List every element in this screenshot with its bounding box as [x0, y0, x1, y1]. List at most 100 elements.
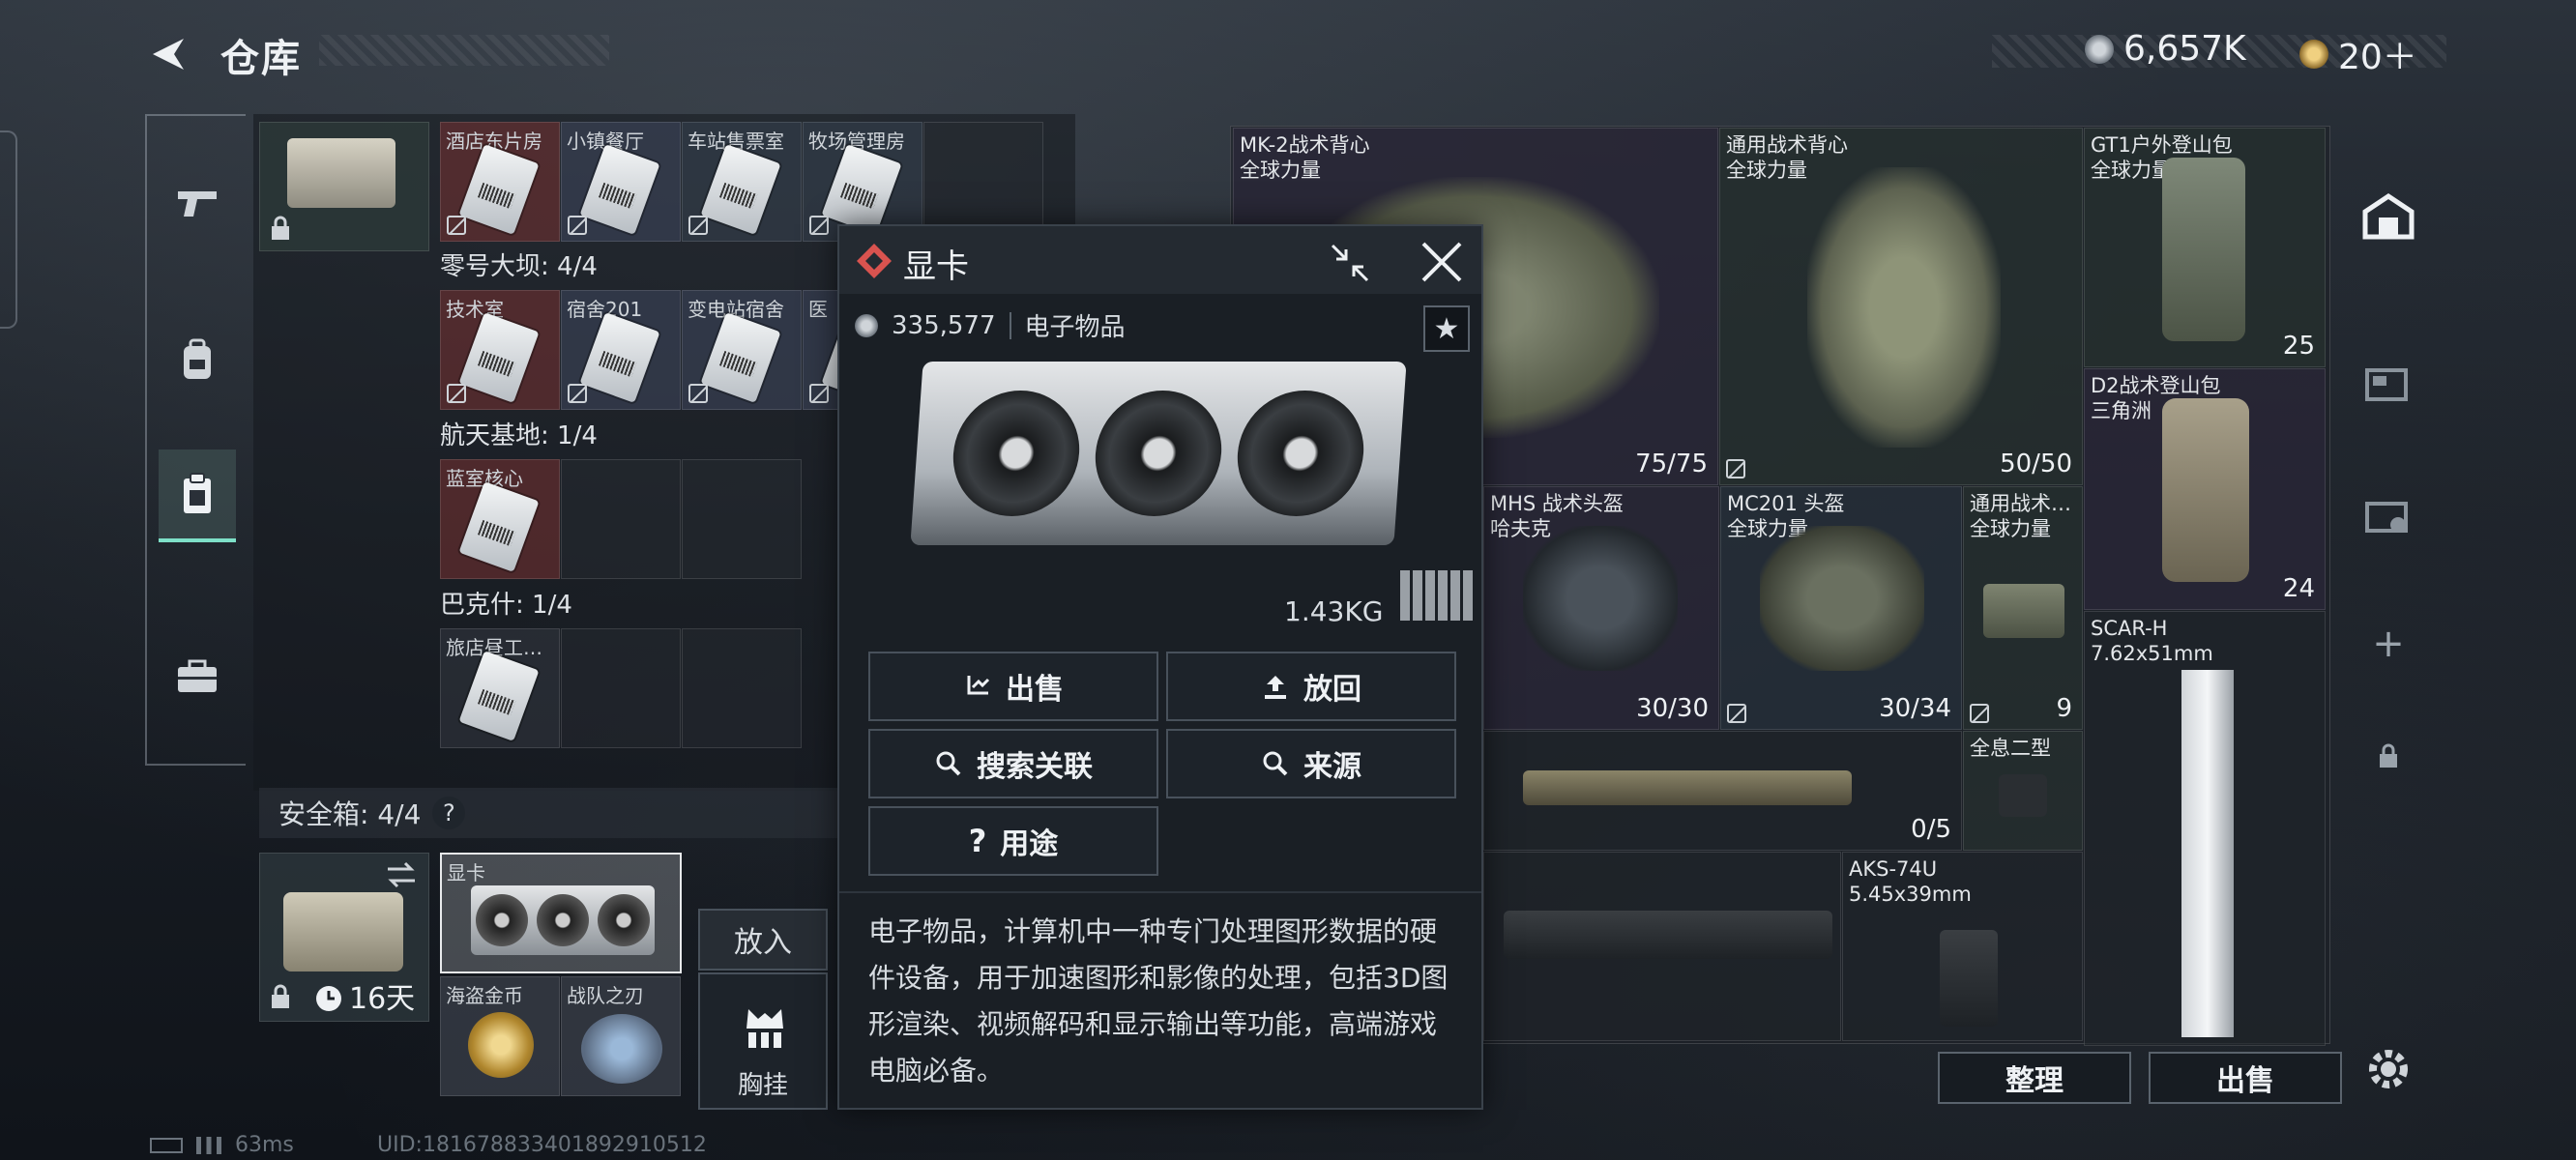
koen-amount: 6,657K	[2123, 29, 2246, 69]
ping: 63ms	[235, 1133, 294, 1157]
sell-icon	[967, 676, 990, 695]
key-card-cell[interactable]: 酒店东片房	[440, 122, 560, 242]
nav-items[interactable]	[159, 450, 236, 542]
triangle-coin-icon	[2299, 40, 2328, 69]
item-weight: 1.43KG	[1284, 595, 1384, 627]
key-card-cell[interactable]: 旅店昼工…	[440, 628, 560, 748]
empty-slot[interactable]	[682, 628, 802, 748]
warehouse-icon	[2362, 192, 2415, 240]
item-d2-backpack[interactable]: D2战术登山包 三角洲 24	[2084, 368, 2326, 610]
favorite-star-icon[interactable]: ★	[1423, 305, 1470, 352]
status-bar: 63ms	[150, 1133, 294, 1157]
locked-storage[interactable]	[2354, 721, 2423, 791]
koen-coin-icon	[855, 313, 878, 337]
close-icon[interactable]	[1420, 240, 1464, 284]
key-card-cell[interactable]: 技术室	[440, 290, 560, 410]
empty-slot[interactable]	[561, 628, 681, 748]
key-card-cell[interactable]: 小镇餐厅	[561, 122, 681, 242]
sight-image	[1999, 774, 2047, 817]
lock-icon	[272, 216, 289, 240]
item-detail-popup: 显卡 335,577 电子物品 ★ 1.43KG 出售 放回 搜索关联 来源 ?…	[837, 224, 1483, 1110]
item-name: AKS-74U 5.45x39mm	[1849, 857, 1972, 906]
gear-icon[interactable]	[2363, 1044, 2414, 1094]
backpack-icon	[184, 338, 211, 379]
source-button[interactable]: 来源	[1166, 729, 1456, 798]
help-icon[interactable]: ?	[432, 797, 466, 829]
search-icon	[1263, 751, 1288, 776]
item-holo-sight[interactable]: 全息二型	[1963, 731, 2083, 851]
popup-header: 显卡	[839, 226, 1481, 294]
organize-button[interactable]: 整理	[1938, 1052, 2131, 1104]
back-arrow-icon[interactable]	[145, 31, 191, 77]
item-category: 电子物品	[1024, 313, 1126, 342]
signal-icon	[196, 1136, 221, 1154]
nav-toolbox[interactable]	[159, 638, 236, 715]
pirate-coin-image	[468, 1012, 534, 1078]
lock-icon	[2380, 743, 2397, 768]
item-mc201-helmet[interactable]: MC201 头盔全球力量 30/34	[1720, 486, 1962, 730]
backpack-image	[2162, 398, 2249, 582]
sniper-image	[1523, 770, 1852, 805]
storage-icon	[2365, 502, 2408, 533]
empty-slot[interactable]	[682, 459, 802, 579]
item-mhs-helmet[interactable]: MHS 战术头盔 哈夫克 30/30	[1483, 486, 1719, 730]
storage-nav: +	[2344, 126, 2433, 1025]
battery-icon	[150, 1137, 183, 1153]
ammo-count: 0/5	[1911, 815, 1951, 844]
collapse-icon[interactable]	[1329, 242, 1371, 284]
item-gt1-backpack[interactable]: GT1户外登山包 全球力量 25	[2084, 128, 2326, 367]
item-general-pouch[interactable]: 通用战术… 全球力量 9	[1963, 486, 2083, 730]
slot-label: 显卡	[447, 861, 485, 884]
swap-icon[interactable]	[384, 861, 419, 888]
safebox-slot[interactable]: 16天	[259, 853, 429, 1022]
nav-weapons[interactable]	[159, 164, 236, 242]
grid-size-icon	[1400, 570, 1476, 621]
koen-coin-icon	[2085, 34, 2114, 64]
empty-slot[interactable]	[561, 459, 681, 579]
key-case-slot[interactable]	[259, 122, 429, 251]
item-name: 通用战术… 全球力量	[1970, 492, 2071, 540]
add-storage-button[interactable]: +	[2354, 609, 2423, 679]
chest-rig-button[interactable]: 胸挂	[698, 972, 828, 1110]
nav-storage-3[interactable]	[2354, 479, 2423, 549]
currency-triangle[interactable]: 20＋	[2299, 29, 2417, 79]
edge-tab[interactable]	[0, 130, 17, 329]
capacity: 24	[2282, 574, 2315, 603]
map-group-title: 零号大坝: 4/4	[440, 252, 598, 281]
usage-button[interactable]: ? 用途	[868, 806, 1158, 876]
price-row: 335,577 电子物品	[855, 307, 1126, 343]
safebox-image	[283, 892, 403, 972]
item-general-vest[interactable]: 通用战术背心 全球力量 50/50	[1719, 128, 2083, 485]
nav-equipment[interactable]	[159, 321, 236, 398]
storage-icon	[2365, 368, 2408, 401]
nav-warehouse[interactable]	[2354, 182, 2423, 251]
sell-item-button[interactable]: 出售	[868, 652, 1158, 721]
nav-storage-2[interactable]	[2354, 348, 2423, 418]
key-card-cell[interactable]: 宿舍201	[561, 290, 681, 410]
item-scar-h[interactable]: SCAR-H 7.62x51mm	[2084, 611, 2326, 1046]
safebox-gpu-slot[interactable]: 显卡	[440, 853, 682, 973]
key-card-cell[interactable]: 变电站宿舍	[682, 290, 802, 410]
key-card-cell[interactable]: 车站售票室	[682, 122, 802, 242]
button-label: 出售	[1006, 673, 1064, 707]
upload-icon	[1265, 676, 1286, 699]
item-aks74u[interactable]: AKS-74U 5.45x39mm	[1842, 852, 2083, 1041]
key-card-cell[interactable]: 蓝室核心	[440, 459, 560, 579]
title-decoration	[319, 35, 609, 66]
put-in-button[interactable]: 放入	[698, 909, 828, 971]
item-name: MK-2战术背心 全球力量	[1240, 133, 1370, 182]
item-rifle-2[interactable]	[1483, 852, 1841, 1041]
key-label: 医	[808, 298, 828, 321]
button-label: 放回	[1303, 673, 1361, 707]
triangle-amount: 20＋	[2338, 38, 2417, 77]
question-icon: ?	[968, 823, 987, 859]
safebox-blade-slot[interactable]: 战队之刃	[561, 976, 681, 1096]
search-related-button[interactable]: 搜索关联	[868, 729, 1158, 798]
sell-button[interactable]: 出售	[2149, 1052, 2342, 1104]
map-group-title: 巴克什: 1/4	[440, 591, 572, 620]
currency-koens[interactable]: 6,657K	[2085, 29, 2246, 69]
safebox-coin-slot[interactable]: 海盗金币	[440, 976, 560, 1096]
slot-label: 海盗金币	[446, 984, 523, 1007]
item-sniper-rifle[interactable]: 0/5	[1483, 731, 1962, 851]
return-item-button[interactable]: 放回	[1166, 652, 1456, 721]
